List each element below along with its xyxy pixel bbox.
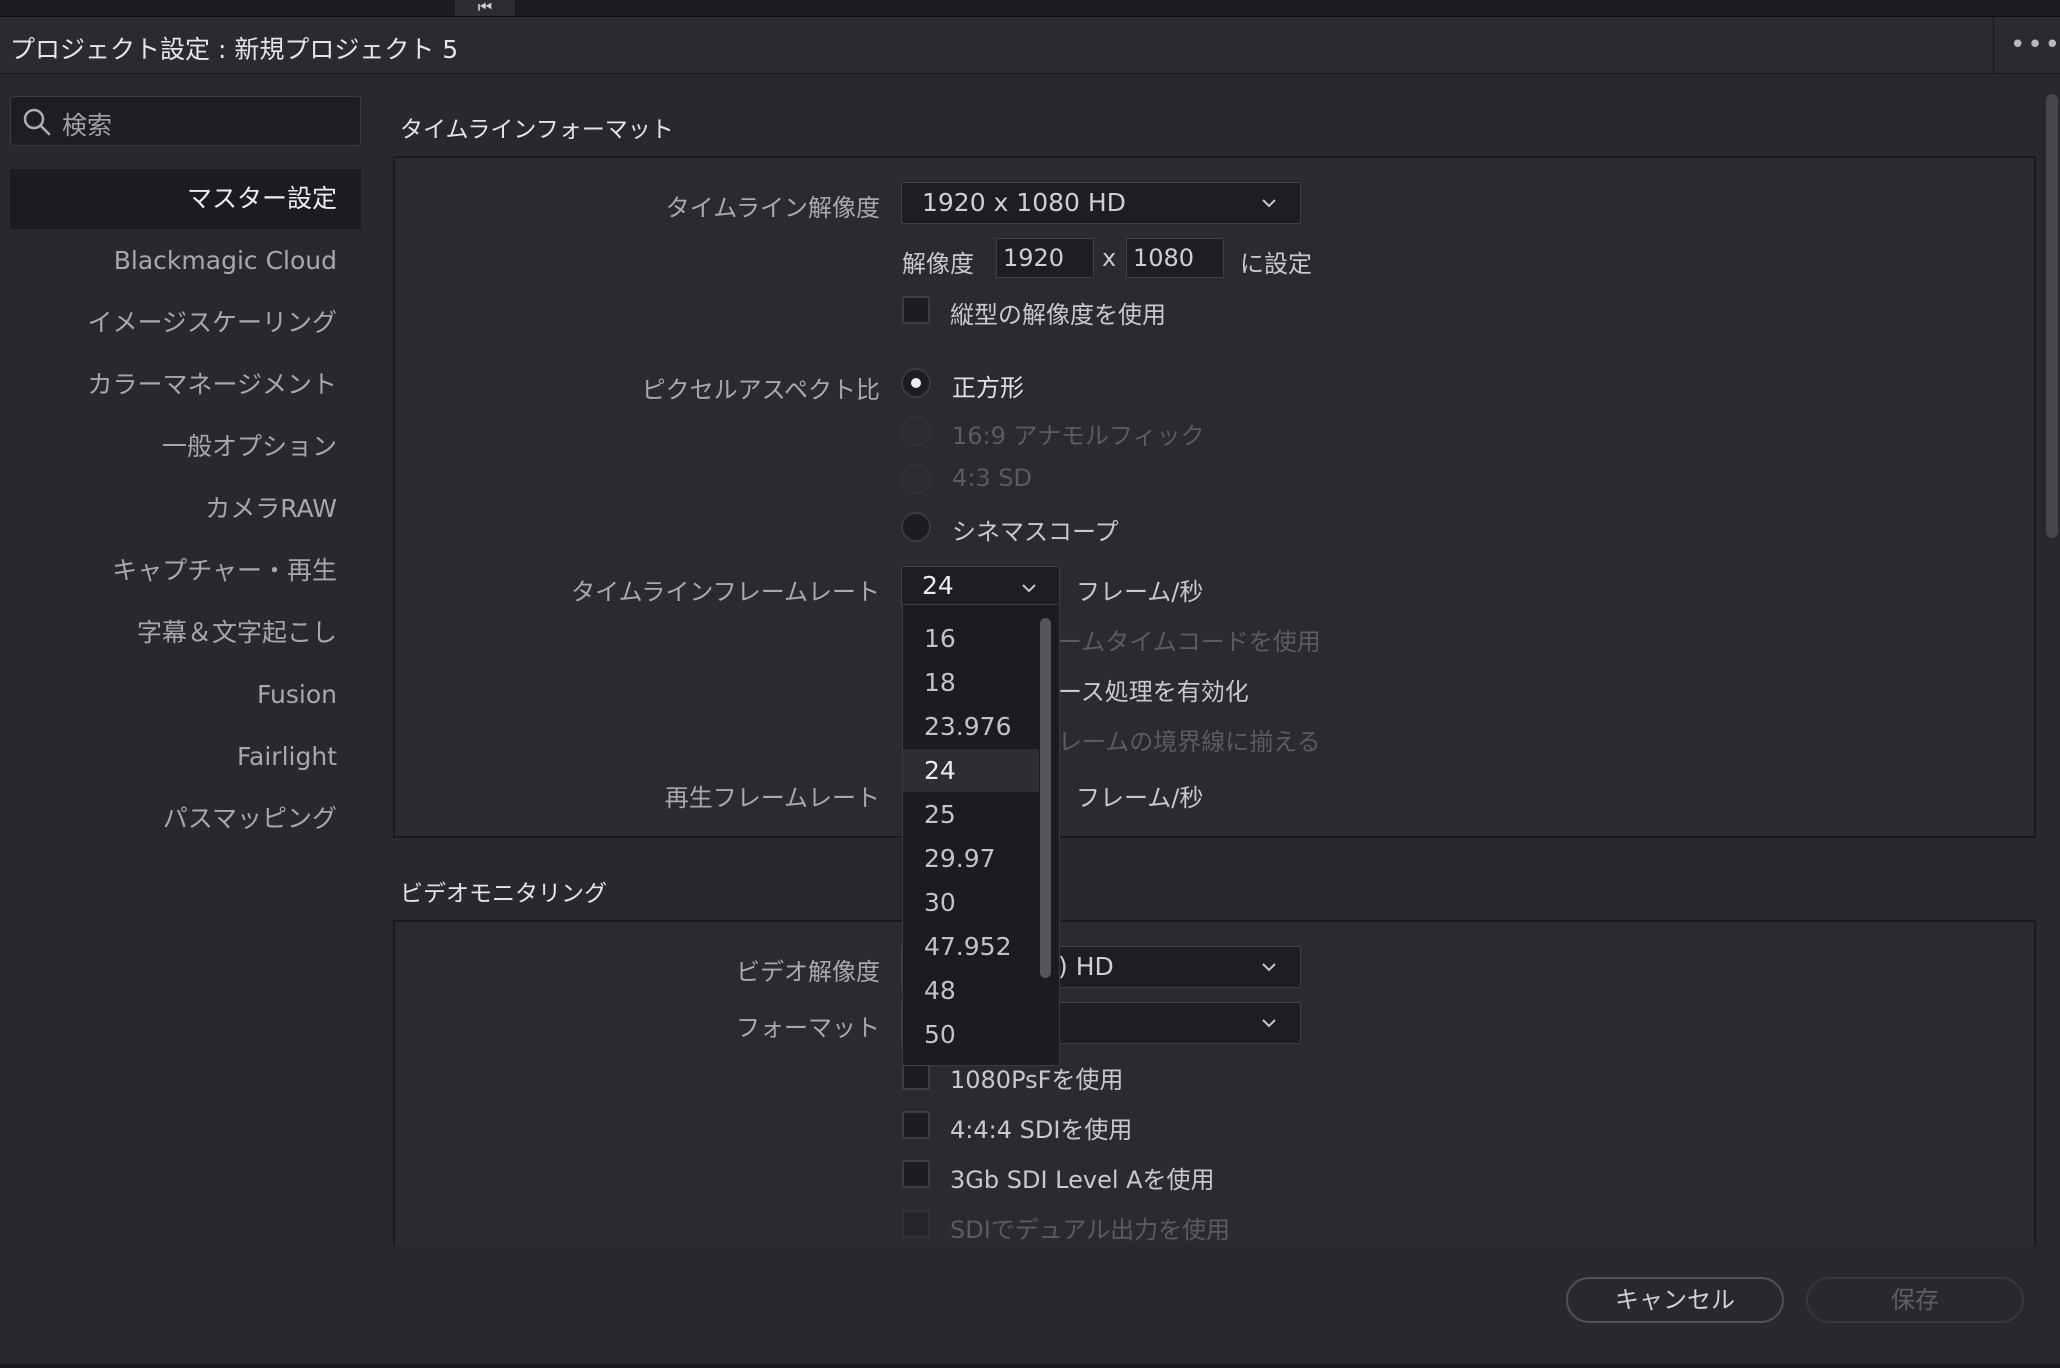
pixel-aspect-square-radio[interactable]	[901, 368, 931, 398]
framerate-option[interactable]: 23.976	[903, 705, 1039, 748]
settings-scrollbar[interactable]	[2046, 94, 2058, 538]
vertical-resolution-label: 縦型の解像度を使用	[950, 301, 1166, 329]
framerate-option[interactable]: 29.97	[903, 837, 1039, 880]
sidebar-item-color-management[interactable]: カラーマネージメント	[10, 355, 361, 415]
sdi-444-checkbox[interactable]	[902, 1111, 930, 1139]
framerate-option-selected[interactable]: 24	[903, 749, 1039, 792]
chevron-down-icon	[1022, 584, 1036, 593]
bottom-edge	[0, 1364, 2060, 1368]
framerate-option[interactable]: 48	[903, 969, 1039, 1012]
sdi-level-a-checkbox[interactable]	[902, 1160, 930, 1188]
playback-framerate-label: 再生フレームレート	[664, 784, 880, 812]
timeline-framerate-label: タイムラインフレームレート	[571, 578, 880, 606]
timeline-resolution-label: タイムライン解像度	[665, 194, 880, 222]
sdi-444-label: 4:4:4 SDIを使用	[950, 1116, 1133, 1144]
top-strip	[0, 0, 2060, 17]
sidebar-item-capture-playback[interactable]: キャプチャー・再生	[10, 541, 361, 601]
ellipsis-icon[interactable]: •••	[2010, 30, 2060, 60]
framerate-option[interactable]: 25	[903, 793, 1039, 836]
sidebar-item-image-scaling[interactable]: イメージスケーリング	[10, 293, 361, 353]
search-placeholder: 検索	[62, 111, 113, 140]
video-format-label: フォーマット	[736, 1014, 880, 1042]
chevron-down-icon	[1262, 963, 1276, 972]
width-field[interactable]: 1920	[996, 238, 1094, 278]
video-resolution-label: ビデオ解像度	[736, 958, 880, 986]
psf-checkbox[interactable]	[902, 1062, 930, 1090]
sidebar-item-fusion[interactable]: Fusion	[10, 665, 361, 725]
sdi-level-a-label: 3Gb SDI Level Aを使用	[950, 1166, 1215, 1194]
sidebar-item-subtitles[interactable]: 字幕＆文字起こし	[10, 603, 361, 663]
pixel-aspect-label: ピクセルアスペクト比	[641, 376, 880, 404]
sidebar-item-fairlight[interactable]: Fairlight	[10, 727, 361, 787]
framerate-option[interactable]: 18	[903, 661, 1039, 704]
pixel-aspect-4-3-label: 4:3 SD	[952, 464, 1032, 492]
framerate-dropdown-list: 16 18 23.976 24 25 29.97 30 47.952 48 50	[902, 604, 1060, 1066]
resolution-suffix-label: に設定	[1240, 250, 1312, 278]
video-resolution-value: ) HD	[1058, 952, 1114, 981]
timeline-resolution-value: 1920 x 1080 HD	[922, 188, 1126, 217]
field-boundary-label: レームの境界線に揃える	[1058, 728, 1321, 756]
fps-unit-label: フレーム/秒	[1076, 578, 1204, 606]
playback-fps-unit-label: フレーム/秒	[1076, 784, 1204, 812]
section-title-timeline-format: タイムラインフォーマット	[400, 117, 674, 143]
pixel-aspect-anamorphic-radio[interactable]	[901, 416, 931, 446]
sidebar-item-camera-raw[interactable]: カメラRAW	[10, 479, 361, 539]
pixel-aspect-cinemascope-radio[interactable]	[901, 512, 931, 542]
chevron-down-icon	[1262, 199, 1276, 208]
cancel-button[interactable]: キャンセル	[1566, 1277, 1784, 1323]
interlace-processing-label: ース処理を有効化	[1058, 678, 1249, 706]
sidebar-item-general-options[interactable]: 一般オプション	[10, 417, 361, 477]
pixel-aspect-anamorphic-label: 16:9 アナモルフィック	[952, 422, 1205, 450]
framerate-option[interactable]: 16	[903, 617, 1039, 660]
framerate-option[interactable]: 30	[903, 881, 1039, 924]
radio-selected-dot	[911, 378, 921, 388]
pixel-aspect-square-label: 正方形	[952, 374, 1024, 402]
dropdown-scrollbar[interactable]	[1040, 618, 1051, 978]
sidebar-item-blackmagic-cloud[interactable]: Blackmagic Cloud	[10, 231, 361, 291]
pixel-aspect-4-3-radio[interactable]	[901, 464, 931, 494]
sidebar-item-master-settings[interactable]: マスター設定	[10, 169, 361, 229]
framerate-option[interactable]: 50	[903, 1013, 1039, 1056]
section-title-video-monitoring: ビデオモニタリング	[400, 881, 607, 907]
pixel-aspect-cinemascope-label: シネマスコープ	[952, 518, 1119, 546]
sdi-dual-output-label: SDIでデュアル出力を使用	[950, 1216, 1231, 1244]
timeline-marker-icon: ⏮	[455, 0, 515, 16]
title-divider	[1993, 17, 1994, 73]
chevron-down-icon	[1262, 1019, 1276, 1028]
window-title: プロジェクト設定 : 新規プロジェクト 5	[10, 35, 459, 64]
save-button[interactable]: 保存	[1806, 1277, 2024, 1323]
resolution-prefix-label: 解像度	[902, 250, 974, 278]
sdi-dual-output-checkbox[interactable]	[902, 1210, 930, 1238]
vertical-resolution-checkbox[interactable]	[902, 296, 930, 324]
drop-frame-timecode-label: ームタイムコードを使用	[1058, 628, 1321, 656]
height-field[interactable]: 1080	[1126, 238, 1224, 278]
sidebar-item-path-mapping[interactable]: パスマッピング	[10, 789, 361, 849]
framerate-option[interactable]: 47.952	[903, 925, 1039, 968]
search-icon	[23, 108, 51, 136]
resolution-x-separator: x	[1102, 244, 1117, 272]
timeline-framerate-value: 24	[922, 571, 954, 600]
